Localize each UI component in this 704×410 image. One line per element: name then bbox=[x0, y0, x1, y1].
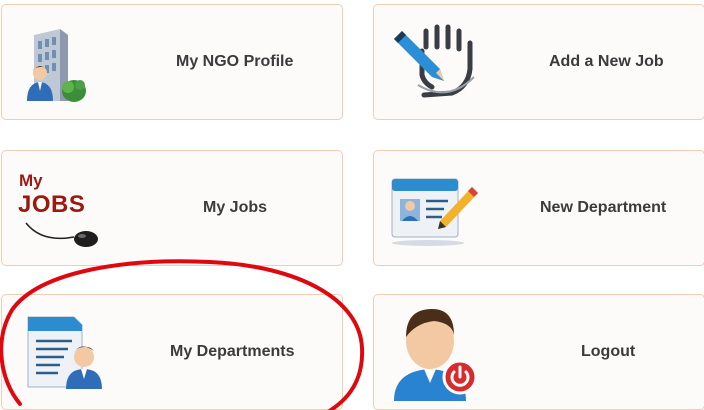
tile-label: New Department bbox=[540, 199, 667, 216]
mouse-icon bbox=[25, 222, 98, 247]
tile-my-ngo-profile[interactable]: My NGO Profile bbox=[1, 4, 343, 120]
tile-my-departments[interactable]: My Departments bbox=[1, 294, 343, 410]
tile-label: My Departments bbox=[170, 343, 295, 360]
tile-my-jobs[interactable]: My JOBS My Jobs bbox=[1, 150, 343, 266]
tile-logout[interactable]: Logout bbox=[373, 294, 704, 410]
tile-label: Logout bbox=[581, 343, 636, 360]
document-user-icon bbox=[27, 316, 102, 389]
hand-writing-icon bbox=[394, 24, 475, 98]
tile-label: My NGO Profile bbox=[176, 53, 294, 70]
jobs-logo-my: My bbox=[19, 171, 43, 190]
tile-add-new-job[interactable]: Add a New Job bbox=[373, 4, 704, 120]
jobs-logo-jobs: JOBS bbox=[18, 191, 86, 218]
tile-label: My Jobs bbox=[203, 199, 268, 216]
user-power-icon bbox=[394, 309, 478, 401]
tile-label: Add a New Job bbox=[549, 53, 664, 70]
tile-new-department[interactable]: New Department bbox=[373, 150, 704, 266]
id-card-pencil-icon bbox=[391, 178, 478, 246]
building-user-icon bbox=[27, 29, 86, 102]
